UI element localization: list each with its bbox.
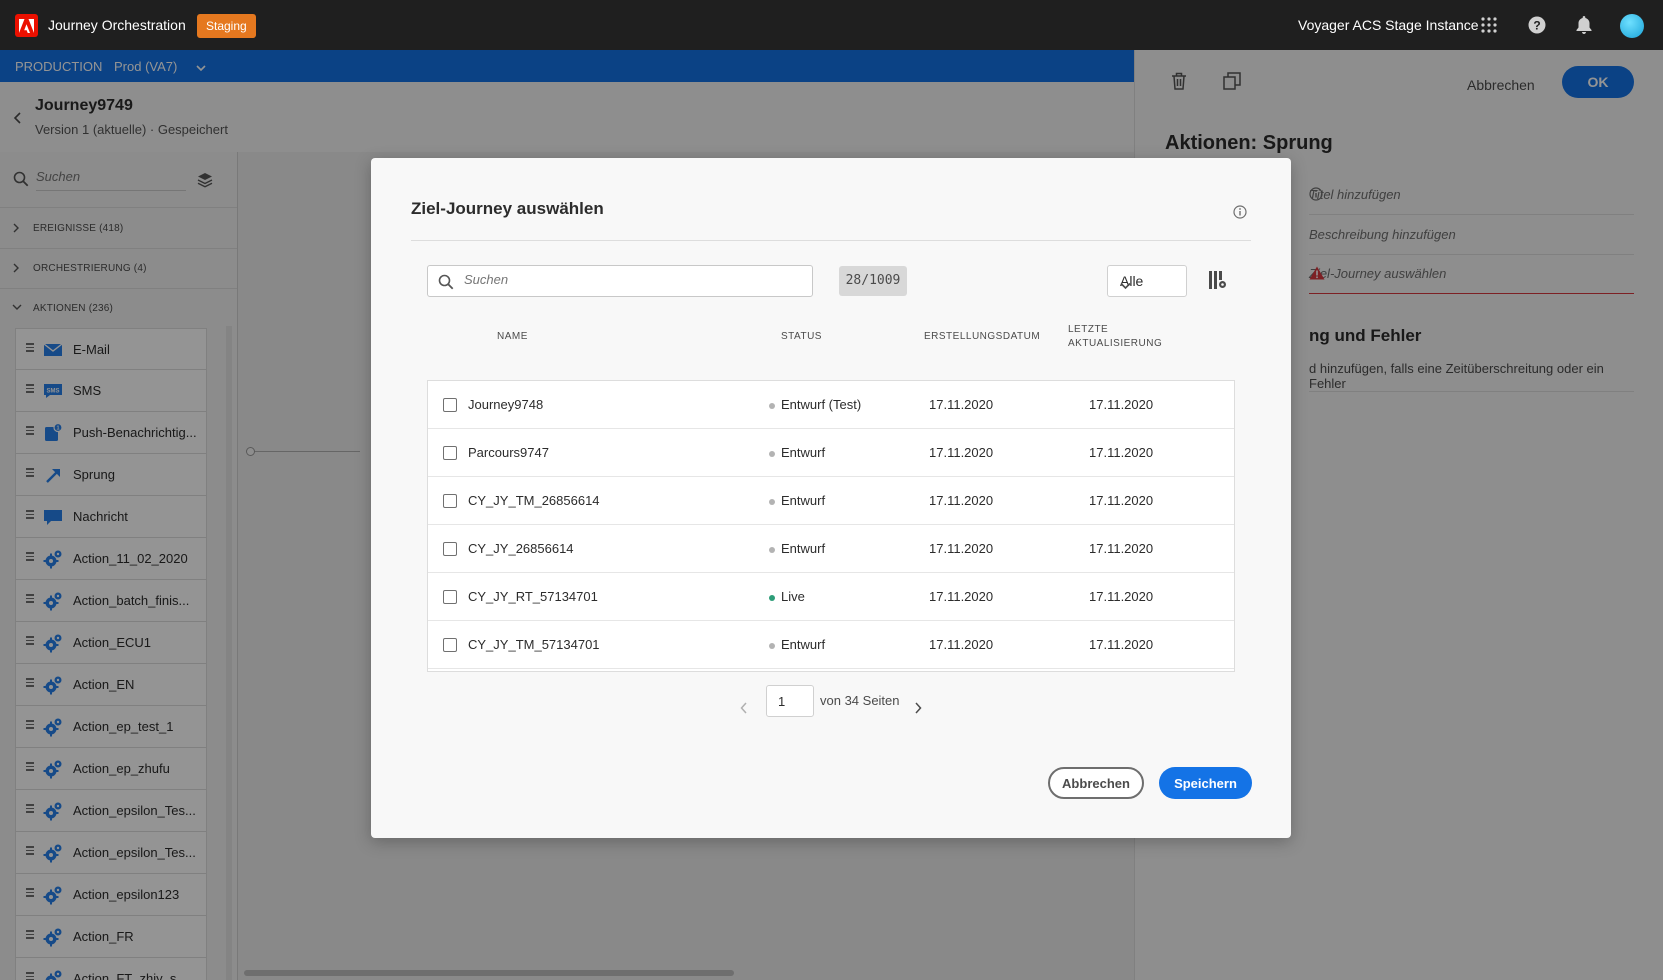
journey-status: Live	[781, 589, 805, 604]
row-checkbox[interactable]	[443, 542, 457, 556]
journeys-table: Journey9748 Entwurf (Test) 17.11.2020 17…	[427, 380, 1235, 672]
journey-status: Entwurf	[781, 637, 826, 652]
user-avatar[interactable]	[1620, 14, 1644, 38]
column-header-updated[interactable]: LETZTE AKTUALISIERUNG	[1068, 323, 1162, 351]
status-filter-dropdown[interactable]: Alle	[1107, 265, 1187, 297]
dialog-cancel-button[interactable]: Abbrechen	[1048, 767, 1144, 799]
journey-updated-date: 17.11.2020	[1089, 637, 1154, 652]
journey-name: Journey9748	[468, 397, 544, 412]
journey-updated-date: 17.11.2020	[1089, 445, 1154, 460]
journey-created-date: 17.11.2020	[929, 637, 994, 652]
next-page-chevron-icon[interactable]	[914, 701, 922, 719]
table-row[interactable]: CY_JY_RT_57134701 Live 17.11.2020 17.11.…	[428, 573, 1234, 621]
status-dot	[769, 595, 775, 601]
journey-search-input[interactable]	[464, 272, 794, 287]
journey-status: Entwurf	[781, 541, 826, 556]
column-header-status[interactable]: STATUS	[781, 330, 822, 344]
journey-name: CY_JY_TM_57134701	[468, 637, 600, 652]
divider	[411, 240, 1251, 241]
row-checkbox[interactable]	[443, 638, 457, 652]
status-dot	[769, 499, 775, 505]
journey-status: Entwurf	[781, 493, 826, 508]
journey-search[interactable]	[427, 265, 813, 297]
journey-name: Parcours9747	[468, 445, 549, 460]
status-dot	[769, 403, 775, 409]
total-pages-label: von 34 Seiten	[820, 693, 900, 708]
journey-created-date: 17.11.2020	[929, 493, 994, 508]
status-dot	[769, 451, 775, 457]
info-icon[interactable]	[1233, 205, 1247, 224]
row-checkbox[interactable]	[443, 494, 457, 508]
apps-grid-icon[interactable]	[1477, 13, 1501, 37]
journey-updated-date: 17.11.2020	[1089, 541, 1154, 556]
previous-page-chevron-icon[interactable]	[740, 701, 748, 719]
notifications-bell-icon[interactable]	[1572, 13, 1596, 37]
adobe-logo-icon[interactable]	[15, 14, 38, 37]
table-row[interactable]: Parcours9747 Entwurf 17.11.2020 17.11.20…	[428, 429, 1234, 477]
result-count-badge: 28/1009	[839, 266, 907, 296]
table-row[interactable]: Journey9748 Entwurf (Test) 17.11.2020 17…	[428, 381, 1234, 429]
top-bar: Journey Orchestration Staging Voyager AC…	[0, 0, 1663, 50]
journey-created-date: 17.11.2020	[929, 445, 994, 460]
journey-created-date: 17.11.2020	[929, 589, 994, 604]
select-target-journey-dialog: Ziel-Journey auswählen 28/1009 Alle NAME…	[371, 158, 1291, 838]
page-number-input[interactable]	[766, 685, 814, 717]
column-header-updated-line2: AKTUALISIERUNG	[1068, 338, 1163, 349]
chevron-down-icon	[1120, 277, 1176, 293]
help-icon[interactable]: ?	[1525, 13, 1549, 37]
journey-created-date: 17.11.2020	[929, 541, 994, 556]
status-dot	[769, 547, 775, 553]
search-icon	[438, 274, 454, 295]
row-checkbox[interactable]	[443, 590, 457, 604]
journey-status: Entwurf	[781, 445, 826, 460]
staging-badge: Staging	[197, 14, 256, 38]
column-header-created[interactable]: ERSTELLUNGSDATUM	[924, 330, 1040, 344]
dialog-save-button[interactable]: Speichern	[1159, 767, 1252, 799]
app-title[interactable]: Journey Orchestration	[48, 17, 186, 33]
column-header-updated-line1: LETZTE	[1068, 324, 1109, 335]
instance-name[interactable]: Voyager ACS Stage Instance	[1298, 17, 1479, 33]
row-checkbox[interactable]	[443, 446, 457, 460]
journey-created-date: 17.11.2020	[929, 397, 994, 412]
column-header-name[interactable]: NAME	[497, 330, 528, 344]
journey-status: Entwurf (Test)	[781, 397, 862, 412]
status-dot	[769, 643, 775, 649]
table-row[interactable]: CY_JY_26856614 Entwurf 17.11.2020 17.11.…	[428, 525, 1234, 573]
svg-text:?: ?	[1533, 19, 1540, 33]
column-settings-icon[interactable]	[1209, 271, 1227, 294]
journey-updated-date: 17.11.2020	[1089, 589, 1154, 604]
journey-updated-date: 17.11.2020	[1089, 397, 1154, 412]
dialog-title: Ziel-Journey auswählen	[411, 199, 604, 218]
row-checkbox[interactable]	[443, 398, 457, 412]
table-row[interactable]: CY_JY_TM_26856614 Entwurf 17.11.2020 17.…	[428, 477, 1234, 525]
table-row[interactable]: CY_JY_TM_57134701 Entwurf 17.11.2020 17.…	[428, 621, 1234, 669]
journey-name: CY_JY_RT_57134701	[468, 589, 598, 604]
journey-name: CY_JY_TM_26856614	[468, 493, 600, 508]
journey-name: CY_JY_26856614	[468, 541, 574, 556]
journey-updated-date: 17.11.2020	[1089, 493, 1154, 508]
